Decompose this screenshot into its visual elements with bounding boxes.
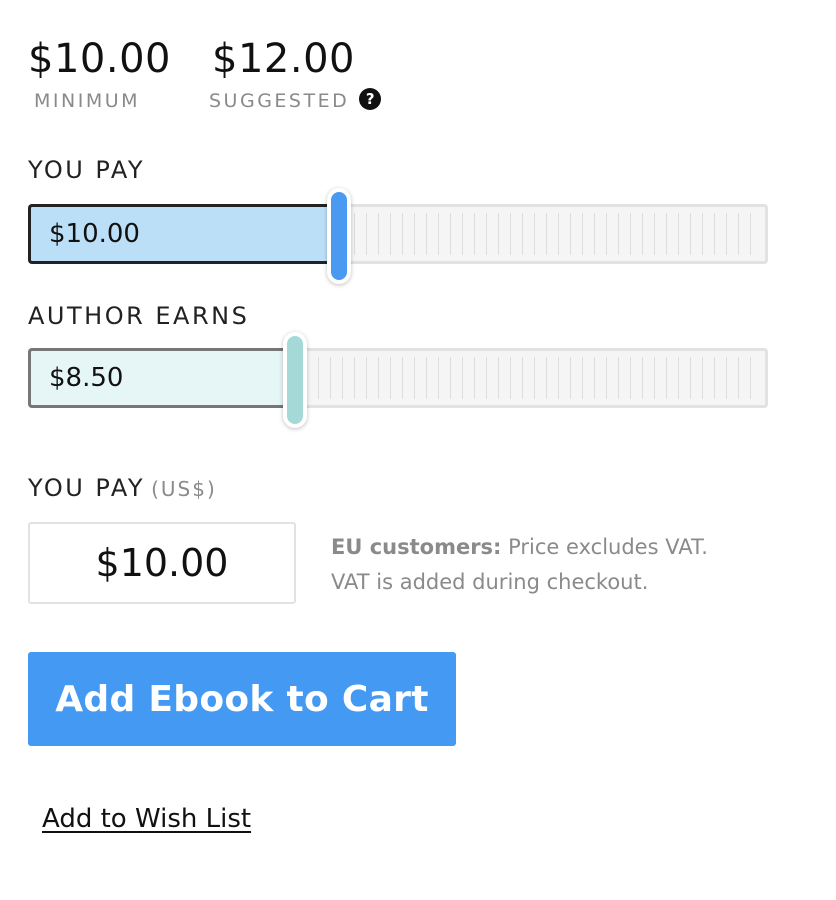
vat-note: EU customers: Price excludes VAT. VAT is…	[331, 530, 791, 600]
author-earns-slider[interactable]: $8.50	[28, 332, 768, 428]
suggested-price: $12.00 SUGGESTED ?	[209, 36, 382, 112]
add-to-wishlist-link[interactable]: Add to Wish List	[42, 804, 251, 834]
suggested-caption-text: SUGGESTED	[209, 90, 350, 112]
vat-note-line1: EU customers: Price excludes VAT.	[331, 530, 791, 565]
you-pay-slider-knob	[331, 192, 348, 280]
vat-note-line2: VAT is added during checkout.	[331, 570, 649, 594]
minimum-price-caption: MINIMUM	[28, 90, 171, 112]
author-earns-slider-value: $8.50	[49, 363, 124, 393]
help-icon[interactable]: ?	[359, 88, 382, 110]
currency-label: (US$)	[151, 477, 217, 501]
suggested-price-amount: $12.00	[212, 36, 355, 82]
purchase-panel: $10.00 MINIMUM $12.00 SUGGESTED ? YOU PA…	[0, 0, 836, 900]
you-pay-input-label: YOU PAY (US$)	[28, 474, 217, 502]
vat-note-line1-rest: Price excludes VAT.	[501, 535, 708, 559]
vat-note-bold: EU customers:	[331, 535, 502, 559]
minimum-price: $10.00 MINIMUM	[28, 36, 171, 112]
minimum-caption-text: MINIMUM	[34, 90, 141, 112]
you-pay-slider-value: $10.00	[49, 219, 140, 249]
you-pay-input-label-text: YOU PAY	[28, 474, 146, 502]
you-pay-slider[interactable]: $10.00	[28, 188, 768, 284]
add-to-cart-button[interactable]: Add Ebook to Cart	[28, 652, 456, 746]
minimum-price-amount: $10.00	[28, 36, 171, 82]
you-pay-input[interactable]	[28, 522, 296, 604]
you-pay-slider-fill: $10.00	[28, 204, 340, 264]
you-pay-slider-label: YOU PAY	[28, 156, 146, 184]
author-earns-slider-fill: $8.50	[28, 348, 296, 408]
author-earns-slider-label: AUTHOR EARNS	[28, 302, 250, 330]
you-pay-slider-handle[interactable]	[327, 188, 352, 284]
suggested-price-caption: SUGGESTED ?	[209, 88, 382, 112]
author-earns-slider-knob	[287, 336, 304, 424]
author-earns-slider-handle[interactable]	[283, 332, 308, 428]
